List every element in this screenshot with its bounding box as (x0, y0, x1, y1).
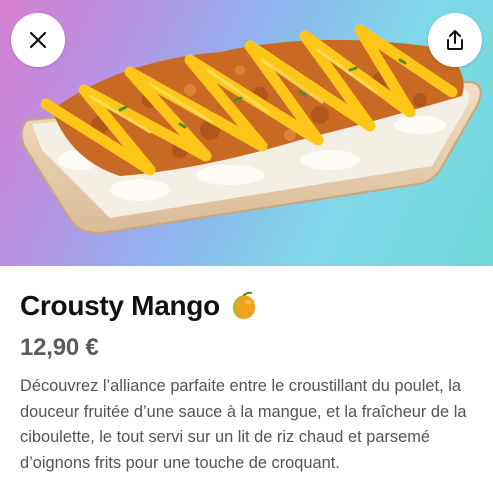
mango-icon (232, 291, 255, 319)
close-button[interactable] (11, 13, 65, 67)
product-details: Crousty Mango 12,90 € Découvrez l’allian… (20, 284, 475, 476)
product-price: 12,90 € (20, 334, 99, 361)
share-button[interactable] (428, 13, 482, 67)
product-title: Crousty Mango (20, 290, 220, 321)
food-photo (20, 24, 482, 234)
close-icon (29, 31, 47, 49)
product-hero (0, 0, 493, 266)
product-description: Découvrez l’alliance parfaite entre le c… (20, 377, 467, 472)
share-icon (447, 30, 463, 50)
title-row: Crousty Mango (20, 284, 475, 328)
